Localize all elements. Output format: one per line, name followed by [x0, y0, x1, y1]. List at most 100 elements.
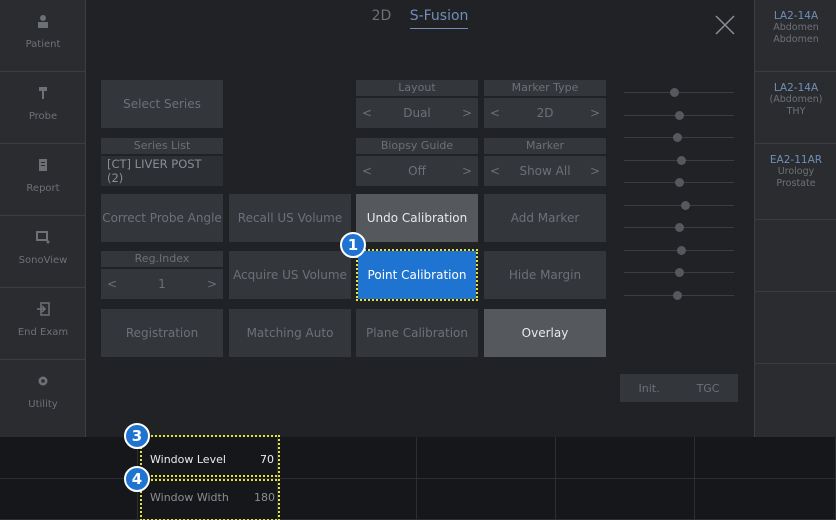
tab-s-fusion[interactable]: S-Fusion: [409, 8, 469, 29]
marker-value: Show All: [519, 164, 571, 178]
marker-prev-button[interactable]: <: [490, 164, 500, 178]
preset-item[interactable]: EA2-11AR Urology Prostate: [755, 144, 836, 220]
layout-stepper[interactable]: < Dual >: [356, 98, 478, 128]
overlay-button[interactable]: Overlay: [484, 309, 606, 357]
series-list-value: [CT] LIVER POST (2): [107, 157, 202, 185]
init-button[interactable]: Init.: [638, 382, 659, 395]
left-sidebar: Patient Probe Report SonoView End Exam U…: [0, 0, 86, 437]
knob-cell: [417, 437, 556, 479]
preset-item[interactable]: LA2-14A (Abdomen) THY: [755, 72, 836, 144]
preset-probe: LA2-14A: [773, 82, 819, 94]
reg-index-prev-button[interactable]: <: [107, 277, 117, 291]
tgc-slider-knob[interactable]: [677, 245, 687, 255]
tgc-slider-knob[interactable]: [675, 110, 684, 120]
callout-badge-1: 1: [340, 232, 366, 258]
sidebar-item-sonoview[interactable]: SonoView: [0, 216, 86, 288]
sidebar-item-label: Utility: [28, 399, 58, 410]
tgc-slider-knob[interactable]: [672, 290, 682, 300]
sidebar-item-report[interactable]: Report: [0, 144, 86, 216]
layout-value: Dual: [403, 106, 431, 120]
tgc-slider-knob[interactable]: [675, 178, 684, 187]
preset-probe: LA2-14A: [773, 10, 819, 22]
tgc-button[interactable]: TGC: [697, 382, 720, 395]
acquire-us-volume-button[interactable]: Acquire US Volume: [229, 251, 351, 299]
biopsy-guide-prev-button[interactable]: <: [362, 164, 372, 178]
marker-stepper[interactable]: < Show All >: [484, 156, 606, 186]
preset-item[interactable]: LA2-14A Abdomen Abdomen: [755, 0, 836, 72]
preset-app: Abdomen: [773, 34, 819, 45]
knob-cell: [0, 479, 138, 520]
knob-cell: [0, 437, 138, 479]
marker-type-label: Marker Type: [484, 80, 606, 96]
report-icon: [39, 159, 47, 171]
tgc-slider-knob[interactable]: [669, 88, 679, 97]
recall-us-volume-button[interactable]: Recall US Volume: [229, 194, 351, 242]
reg-index-label: Reg.Index: [101, 251, 223, 267]
correct-probe-angle-button[interactable]: Correct Probe Angle: [101, 194, 223, 242]
sidebar-item-label: Probe: [28, 111, 58, 122]
tgc-controls: Init. TGC: [620, 374, 738, 402]
knob-cell: [417, 479, 556, 520]
preset-app: Urology: [777, 166, 815, 177]
callout-highlight-window-width: [140, 479, 280, 520]
series-list-label: Series List: [101, 138, 223, 154]
layout-label: Layout: [356, 80, 478, 96]
preset-empty: [755, 220, 836, 292]
sidebar-item-label: End Exam: [17, 327, 69, 338]
knob-cell: [556, 437, 695, 479]
select-series-button[interactable]: Select Series: [101, 80, 223, 128]
tgc-slider-knob[interactable]: [675, 268, 684, 277]
person-icon: [38, 15, 48, 28]
add-marker-button[interactable]: Add Marker: [484, 194, 606, 242]
callout-highlight-window-level: [140, 435, 280, 477]
preset-app: THY: [786, 106, 806, 117]
hide-margin-button[interactable]: Hide Margin: [484, 251, 606, 299]
sidebar-item-probe[interactable]: Probe: [0, 72, 86, 144]
undo-calibration-button[interactable]: Undo Calibration: [356, 194, 478, 242]
preset-panel: LA2-14A Abdomen Abdomen LA2-14A (Abdomen…: [754, 0, 836, 437]
tgc-slider-knob[interactable]: [675, 223, 684, 232]
biopsy-guide-stepper[interactable]: < Off >: [356, 156, 478, 186]
preset-app: Prostate: [776, 178, 816, 189]
marker-type-prev-button[interactable]: <: [490, 106, 500, 120]
sidebar-item-utility[interactable]: Utility: [0, 360, 86, 432]
s-fusion-panel: 2D S-Fusion Select Series Layout < Dual …: [86, 0, 754, 437]
preset-probe: EA2-11AR: [769, 154, 823, 166]
tab-2d[interactable]: 2D: [372, 8, 392, 28]
registration-button[interactable]: Registration: [101, 309, 223, 357]
sidebar-item-patient[interactable]: Patient: [0, 0, 86, 72]
tgc-slider-knob[interactable]: [677, 155, 687, 165]
knob-cell: [695, 479, 836, 520]
knob-cell: [278, 437, 417, 479]
biopsy-guide-next-button[interactable]: >: [462, 164, 472, 178]
matching-auto-button[interactable]: Matching Auto: [229, 309, 351, 357]
knob-cell: [695, 437, 836, 479]
preset-app: (Abdomen): [769, 94, 823, 105]
end-exam-icon: [37, 302, 50, 316]
series-list-dropdown[interactable]: [CT] LIVER POST (2): [101, 156, 223, 186]
callout-highlight-point-calibration: [356, 249, 478, 301]
biopsy-guide-label: Biopsy Guide: [356, 138, 478, 154]
marker-type-next-button[interactable]: >: [590, 106, 600, 120]
preset-empty: [755, 292, 836, 364]
tgc-slider-knob[interactable]: [672, 133, 682, 142]
layout-next-button[interactable]: >: [462, 106, 472, 120]
sidebar-item-label: SonoView: [18, 255, 68, 266]
reg-index-next-button[interactable]: >: [207, 277, 217, 291]
marker-next-button[interactable]: >: [590, 164, 600, 178]
knob-cell: [556, 479, 695, 520]
callout-badge-3: 3: [124, 423, 150, 449]
marker-type-stepper[interactable]: < 2D >: [484, 98, 606, 128]
plane-calibration-button[interactable]: Plane Calibration: [356, 309, 478, 357]
sidebar-item-label: Patient: [25, 39, 61, 50]
reg-index-stepper[interactable]: < 1 >: [101, 269, 223, 299]
bottom-knob-bar: Window Level 70 Window Width 180 3 4: [0, 423, 836, 520]
tgc-slider-knob[interactable]: [680, 200, 690, 210]
sidebar-item-end-exam[interactable]: End Exam: [0, 288, 86, 360]
callout-badge-4: 4: [124, 466, 150, 492]
tgc-slider-track: [624, 204, 734, 206]
biopsy-guide-value: Off: [408, 164, 426, 178]
close-icon[interactable]: [714, 14, 736, 36]
marker-label: Marker: [484, 138, 606, 154]
layout-prev-button[interactable]: <: [362, 106, 372, 120]
